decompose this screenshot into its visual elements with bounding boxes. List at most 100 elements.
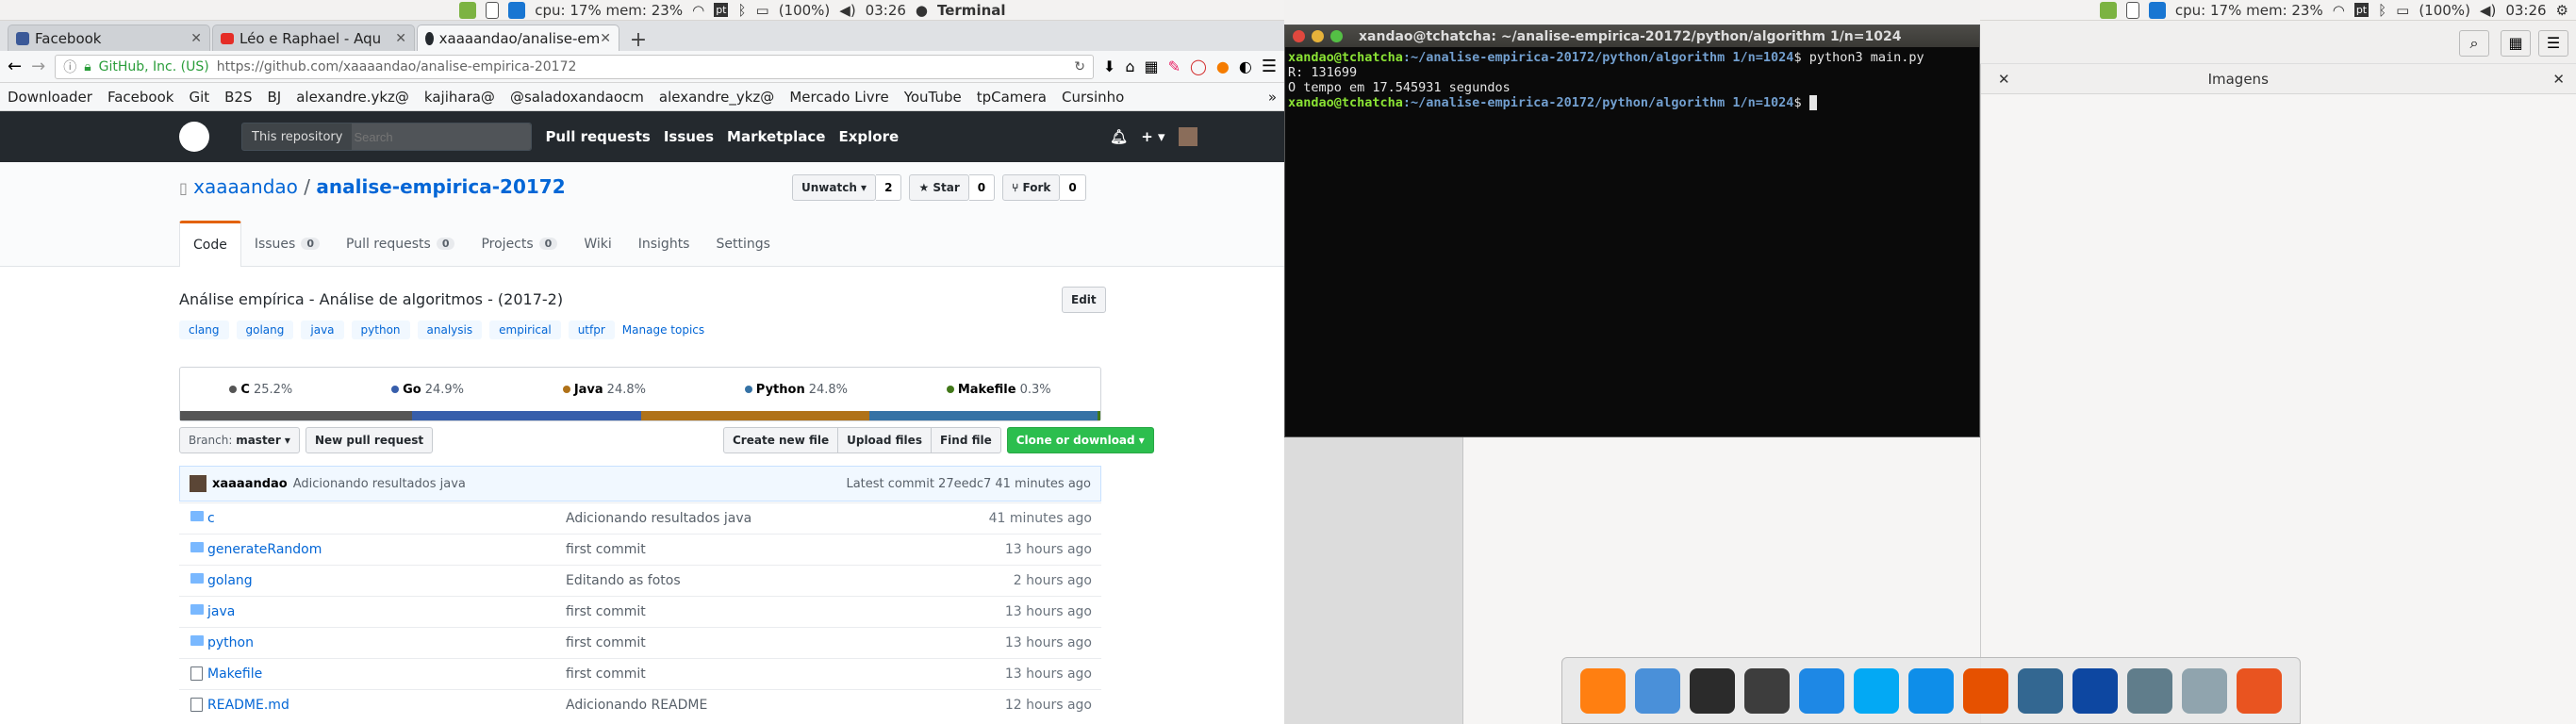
wifi-icon[interactable]: ◠: [2333, 2, 2345, 19]
menu-icon[interactable]: ☰: [2538, 30, 2568, 57]
commit-message[interactable]: Editando as fotos: [566, 573, 932, 588]
clock[interactable]: 03:26: [2505, 2, 2546, 19]
bluetooth-icon[interactable]: ᛒ: [737, 2, 746, 19]
firefox-icon[interactable]: [1580, 667, 1626, 714]
terminal-window[interactable]: xandao@tchatcha: ~/analise-empirica-2017…: [1284, 25, 1980, 437]
bookmark-item[interactable]: kajihara@: [424, 89, 495, 106]
directory-link[interactable]: generateRandom: [179, 542, 566, 557]
home-icon[interactable]: ⌂: [1125, 58, 1134, 75]
close-tab-icon[interactable]: ✕: [600, 31, 611, 46]
star-button[interactable]: ★ Star: [909, 174, 969, 201]
commit-message[interactable]: first commit: [566, 604, 932, 619]
repo-name-link[interactable]: analise-empirica-20172: [316, 175, 565, 198]
tab-wiki[interactable]: Wiki: [570, 221, 624, 267]
clipboard-icon[interactable]: [2125, 1, 2139, 19]
branch-select[interactable]: Branch: master ▾: [179, 427, 300, 453]
create-new-file-button[interactable]: Create new file: [723, 427, 839, 453]
close-tab-icon[interactable]: ✕: [395, 31, 406, 46]
repo-search[interactable]: This repository: [241, 123, 533, 151]
nav-pull-requests[interactable]: Pull requests: [545, 128, 650, 145]
battery-icon[interactable]: ▭: [2396, 2, 2409, 19]
language-summary[interactable]: C 25.2% Go 24.9% Java 24.8% Python 24.8% Makefil…: [179, 367, 1101, 421]
url-bar[interactable]: ⓘ 🔒︎ GitHub, Inc. (US) https://github.co…: [55, 54, 1094, 79]
bookmarks-overflow-icon[interactable]: »: [1268, 89, 1277, 106]
language-item[interactable]: Python 24.8%: [744, 383, 848, 397]
commit-message[interactable]: first commit: [566, 666, 932, 682]
wifi-icon[interactable]: ◠: [692, 2, 704, 19]
tab-projects[interactable]: Projects 0: [468, 221, 570, 267]
apple-logo-icon[interactable]: ●: [916, 2, 928, 19]
language-item[interactable]: Go 24.9%: [391, 383, 464, 397]
teamviewer-tray-icon[interactable]: [2148, 1, 2166, 19]
github-logo-icon[interactable]: [179, 122, 209, 152]
find-file-button[interactable]: Find file: [931, 427, 1001, 453]
opera-icon[interactable]: ◯: [1190, 58, 1207, 75]
drive-icon[interactable]: [2127, 667, 2172, 714]
bookmark-item[interactable]: tpCamera: [977, 89, 1047, 106]
new-pull-request-button[interactable]: New pull request: [305, 427, 434, 453]
postgres-icon[interactable]: [2018, 667, 2063, 714]
mysql-icon[interactable]: [2072, 667, 2118, 714]
fork-button[interactable]: ⑂ Fork: [1002, 174, 1061, 201]
bookmark-item[interactable]: BJ: [268, 89, 282, 106]
forward-icon[interactable]: →: [31, 57, 45, 76]
tab-youtube[interactable]: Léo e Raphael - Aqu ✕: [212, 25, 415, 51]
bookmark-item[interactable]: B2S: [224, 89, 252, 106]
addon-icon[interactable]: ●: [1216, 58, 1230, 75]
reload-icon[interactable]: ↻: [1074, 59, 1085, 74]
commit-author[interactable]: xaaaandao: [212, 477, 288, 491]
nav-explore[interactable]: Explore: [838, 128, 899, 145]
keyboard-layout-icon[interactable]: pt: [714, 3, 729, 17]
update-icon[interactable]: [459, 1, 477, 19]
topic-tag[interactable]: python: [351, 321, 410, 339]
bookmark-item[interactable]: YouTube: [904, 89, 962, 106]
file-link[interactable]: Makefile: [179, 666, 566, 682]
virtualbox-icon[interactable]: [2182, 667, 2227, 714]
commit-message[interactable]: first commit: [566, 635, 932, 650]
bookmark-item[interactable]: Cursinho: [1062, 89, 1124, 106]
search-input[interactable]: [352, 123, 532, 150]
cpu-mem-indicator[interactable]: cpu: 17% mem: 23%: [2175, 2, 2323, 19]
info-icon[interactable]: ⓘ: [63, 58, 76, 76]
download-icon[interactable]: ⬇: [1103, 58, 1115, 75]
clock[interactable]: 03:26: [866, 2, 906, 19]
tab-code[interactable]: Code: [179, 221, 241, 267]
search-icon[interactable]: ⌕: [2459, 30, 2489, 57]
close-icon[interactable]: ✕: [1998, 71, 2010, 88]
extension-icon[interactable]: ▦: [1144, 58, 1158, 75]
matlab-icon[interactable]: [1963, 667, 2008, 714]
bookmark-item[interactable]: Downloader: [8, 89, 92, 106]
bluetooth-icon[interactable]: ᛒ: [2378, 2, 2386, 19]
commit-message[interactable]: Adicionando README: [566, 698, 932, 713]
url-text[interactable]: https://github.com/xaaaandao/analise-emp…: [217, 59, 577, 74]
skype-icon[interactable]: [1854, 667, 1899, 714]
manage-topics-link[interactable]: Manage topics: [622, 323, 704, 337]
topic-tag[interactable]: utfpr: [568, 321, 615, 339]
update-icon[interactable]: [2099, 1, 2117, 19]
upload-files-button[interactable]: Upload files: [838, 427, 932, 453]
unwatch-button[interactable]: Unwatch ▾: [792, 174, 877, 201]
keyboard-layout-icon[interactable]: pt: [2353, 3, 2370, 17]
volume-icon[interactable]: ◀): [839, 2, 855, 19]
bookmark-item[interactable]: alexandre.ykz@: [296, 89, 409, 106]
clipboard-icon[interactable]: [486, 1, 500, 19]
bookmark-item[interactable]: alexandre_ykz@: [659, 89, 774, 106]
ubuntu-icon[interactable]: [2237, 667, 2282, 714]
power-icon[interactable]: ⚙: [2556, 2, 2568, 19]
finder-icon[interactable]: [1635, 667, 1680, 714]
language-item[interactable]: C 25.2%: [229, 383, 292, 397]
edit-button[interactable]: Edit: [1062, 287, 1106, 313]
commit-message[interactable]: Adicionando resultados java: [566, 511, 932, 526]
volume-icon[interactable]: ◀): [2480, 2, 2496, 19]
clone-download-button[interactable]: Clone or download ▾: [1006, 427, 1154, 453]
maximize-window-button[interactable]: [1330, 30, 1343, 42]
topic-tag[interactable]: analysis: [417, 321, 483, 339]
back-icon[interactable]: ←: [8, 57, 22, 76]
teamviewer-icon[interactable]: [1908, 667, 1954, 714]
addon2-icon[interactable]: ◐: [1239, 58, 1252, 75]
avatar[interactable]: [190, 475, 206, 492]
notifications-icon[interactable]: 🔔︎: [1110, 128, 1128, 145]
editor-icon[interactable]: [1744, 667, 1790, 714]
new-tab-button[interactable]: +: [625, 28, 652, 52]
nav-marketplace[interactable]: Marketplace: [727, 128, 825, 145]
